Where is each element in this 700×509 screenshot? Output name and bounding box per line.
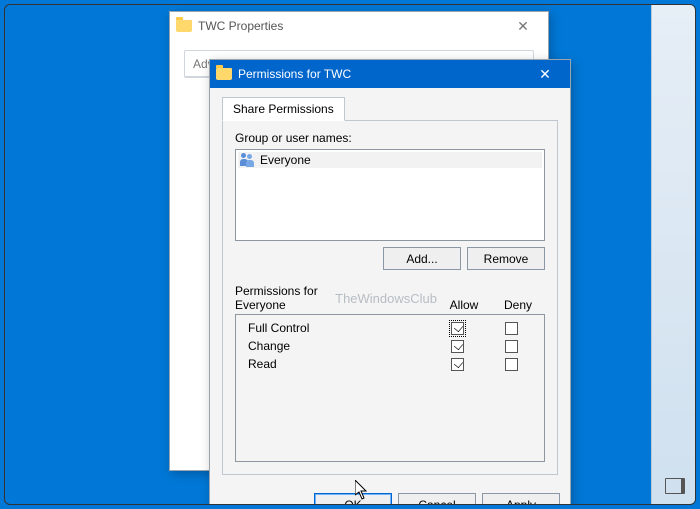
notifications-icon[interactable] xyxy=(665,478,685,494)
group-user-list[interactable]: Everyone xyxy=(235,149,545,241)
permission-row: Change xyxy=(242,337,538,355)
deny-checkbox-full-control[interactable] xyxy=(505,322,518,335)
permission-name: Full Control xyxy=(242,321,430,335)
tab-share-permissions[interactable]: Share Permissions xyxy=(222,97,345,121)
list-item[interactable]: Everyone xyxy=(238,152,542,168)
taskbar-edge xyxy=(651,5,695,504)
close-icon[interactable]: ✕ xyxy=(504,14,542,38)
permissions-titlebar[interactable]: Permissions for TWC ✕ xyxy=(210,60,570,88)
permissions-box: Full Control Change Read xyxy=(235,314,545,462)
users-icon xyxy=(240,153,256,167)
folder-icon xyxy=(216,68,232,80)
permission-name: Change xyxy=(242,339,430,353)
ok-button[interactable]: OK xyxy=(314,493,392,505)
permissions-for-label: Permissions for Everyone xyxy=(235,284,329,312)
group-user-label: Group or user names: xyxy=(235,131,545,145)
permissions-title: Permissions for TWC xyxy=(238,67,351,81)
permissions-dialog: Permissions for TWC ✕ Share Permissions … xyxy=(209,59,571,505)
twc-properties-titlebar[interactable]: TWC Properties ✕ xyxy=(170,12,548,40)
dialog-body: Share Permissions Group or user names: E… xyxy=(210,88,570,485)
permission-name: Read xyxy=(242,357,430,371)
permission-row: Read xyxy=(242,355,538,373)
permission-row: Full Control xyxy=(242,319,538,337)
apply-button[interactable]: Apply xyxy=(482,493,560,505)
folder-icon xyxy=(176,20,192,32)
cancel-button[interactable]: Cancel xyxy=(398,493,476,505)
deny-checkbox-change[interactable] xyxy=(505,340,518,353)
close-icon[interactable]: ✕ xyxy=(526,62,564,86)
allow-checkbox-full-control[interactable] xyxy=(451,322,464,335)
remove-button[interactable]: Remove xyxy=(467,247,545,270)
desktop-frame: TWC Properties ✕ Advanced Sharing ✕ Perm… xyxy=(4,4,696,505)
watermark-text: TheWindowsClub xyxy=(335,291,437,306)
column-deny: Deny xyxy=(491,298,545,312)
permissions-header: Permissions for Everyone TheWindowsClub … xyxy=(235,284,545,312)
add-button[interactable]: Add... xyxy=(383,247,461,270)
list-item-label: Everyone xyxy=(260,153,311,167)
allow-checkbox-change[interactable] xyxy=(451,340,464,353)
deny-checkbox-read[interactable] xyxy=(505,358,518,371)
dialog-button-row: OK Cancel Apply xyxy=(210,485,570,505)
twc-properties-title: TWC Properties xyxy=(198,19,283,33)
allow-checkbox-read[interactable] xyxy=(451,358,464,371)
tab-page: Group or user names: Everyone Add... Rem… xyxy=(222,120,558,475)
column-allow: Allow xyxy=(437,298,491,312)
